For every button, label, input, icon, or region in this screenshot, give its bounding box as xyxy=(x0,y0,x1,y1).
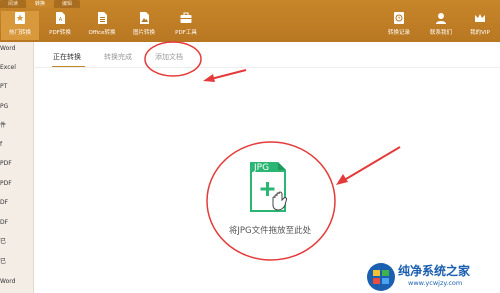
history-button[interactable]: 转换记录 xyxy=(380,11,418,40)
jpg-file-icon: JPG xyxy=(250,162,288,212)
my-vip-label: 我的VIP xyxy=(470,30,490,36)
pdf-convert-label: PDF转换 xyxy=(49,30,71,36)
sidebar-item-ppt[interactable]: PT xyxy=(0,80,33,94)
watermark-title: 纯净系统之家 xyxy=(398,264,471,278)
toolbox-icon xyxy=(180,12,192,23)
annotation-arrow-top xyxy=(206,69,247,81)
annotation-arrow-bottom xyxy=(340,146,401,183)
pdf-tools-label: PDF工具 xyxy=(175,30,197,36)
my-vip-button[interactable]: 我的VIP xyxy=(461,11,499,40)
office-convert-button[interactable]: Office转换 xyxy=(83,11,121,40)
top-toolbar: 阅读 转换 编辑 热门转换 A PDF转换 Office转换 图片转换 PDF工… xyxy=(0,0,500,42)
left-sidebar: Word Excel PT PG 件 f PDF PDF DF DF 已 已 W… xyxy=(0,42,34,293)
hot-convert-button[interactable]: 热门转换 xyxy=(1,11,39,40)
mode-tabs: 阅读 转换 编辑 xyxy=(0,0,81,8)
tab-converting[interactable]: 正在转换 xyxy=(53,52,81,62)
office-file-icon xyxy=(98,12,107,24)
site-watermark: 纯净系统之家 www.ycwjzy.com xyxy=(364,260,500,293)
tab-convert[interactable]: 转换 xyxy=(27,0,54,8)
tab-converted[interactable]: 转换完成 xyxy=(104,52,132,62)
sidebar-item-pdf-1[interactable]: PDF xyxy=(0,157,33,171)
tab-add-document[interactable]: 添加文档 xyxy=(155,52,183,62)
tab-edit[interactable]: 编辑 xyxy=(54,0,81,8)
pdf-tools-button[interactable]: PDF工具 xyxy=(167,11,205,40)
contact-us-button[interactable]: 联系我们 xyxy=(422,11,460,40)
sidebar-item-word-2[interactable]: Word xyxy=(0,275,33,289)
content-divider xyxy=(34,67,500,68)
annotation-arrowhead-bottom xyxy=(336,174,348,185)
sidebar-item-pdf-4[interactable]: DF xyxy=(0,216,33,230)
hot-convert-label: 热门转换 xyxy=(8,30,31,36)
image-convert-button[interactable]: 图片转换 xyxy=(125,11,163,40)
sidebar-item-pdf-3[interactable]: DF xyxy=(0,196,33,210)
contact-us-label: 联系我们 xyxy=(429,30,452,36)
sidebar-item-jpg[interactable]: PG xyxy=(0,100,33,114)
pdf-convert-button[interactable]: A PDF转换 xyxy=(41,11,79,40)
image-file-icon xyxy=(140,12,149,24)
history-icon xyxy=(394,12,404,24)
tab-read[interactable]: 阅读 xyxy=(0,0,27,8)
history-label: 转换记录 xyxy=(387,30,410,36)
sidebar-item-word[interactable]: Word xyxy=(0,42,33,56)
star-icon xyxy=(15,12,25,24)
file-type-label: JPG xyxy=(253,163,269,173)
jpg-drop-zone[interactable]: JPG xyxy=(244,160,296,220)
image-convert-label: 图片转换 xyxy=(132,30,155,36)
pdf-file-icon: A xyxy=(56,12,65,24)
sidebar-item-5[interactable]: f xyxy=(0,138,33,152)
sidebar-item-excel[interactable]: Excel xyxy=(0,61,33,75)
sidebar-item-11[interactable]: 已 xyxy=(0,255,33,269)
windows-logo-icon xyxy=(367,263,395,291)
contact-icon xyxy=(436,13,446,24)
annotation-overlay xyxy=(144,41,401,261)
crown-icon xyxy=(475,14,485,22)
watermark-url: www.ycwjzy.com xyxy=(408,279,463,287)
svg-text:A: A xyxy=(59,17,63,23)
office-convert-label: Office转换 xyxy=(88,30,116,36)
sidebar-item-pdf-2[interactable]: PDF xyxy=(0,177,33,191)
annotation-arrowhead-top xyxy=(203,74,215,82)
drop-zone-caption: 将JPG文件拖放至此处 xyxy=(228,226,312,236)
sidebar-item-4[interactable]: 件 xyxy=(0,119,33,133)
sidebar-item-10[interactable]: 已 xyxy=(0,235,33,249)
